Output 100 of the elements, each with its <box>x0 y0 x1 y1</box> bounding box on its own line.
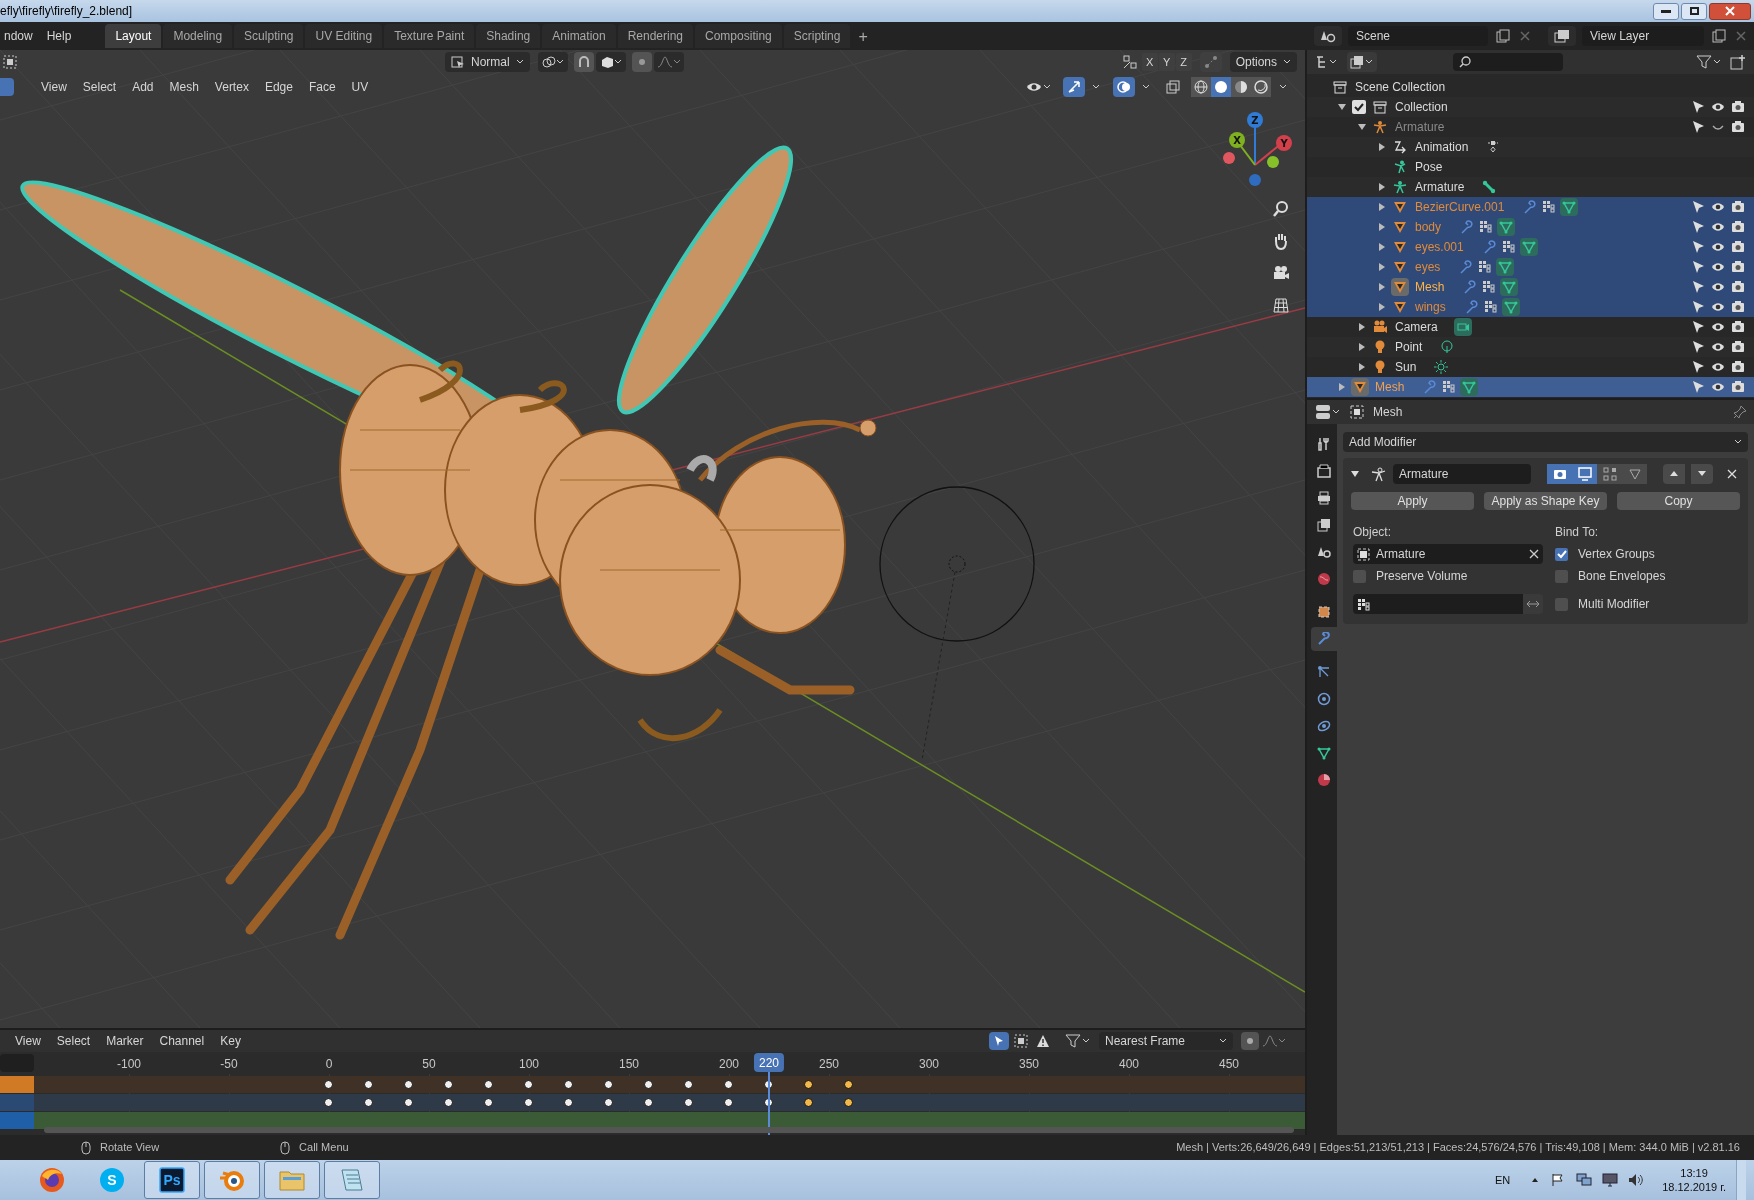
checkbox[interactable] <box>1555 569 1568 583</box>
material-shading-icon[interactable] <box>1231 77 1251 97</box>
clock[interactable]: 13:19 18.12.2019 г. <box>1662 1166 1726 1194</box>
camera-icon[interactable] <box>1730 359 1746 375</box>
workspace-tab[interactable]: Sculpting <box>234 24 304 48</box>
new-collection-icon[interactable] <box>1728 52 1748 72</box>
select-box-icon[interactable] <box>2 54 18 70</box>
viewport[interactable]: X Y Z Normal X Y Z Options View Select Add Mesh Vertex Edge Face UV <box>0 50 1305 1028</box>
action-button[interactable]: Copy <box>1617 492 1740 510</box>
menu-item[interactable]: Add <box>125 76 161 98</box>
close-button[interactable] <box>1709 2 1751 20</box>
camera-icon[interactable] <box>1730 219 1746 235</box>
select-arrow-icon[interactable] <box>1690 359 1706 375</box>
collection-icon[interactable] <box>1371 98 1389 116</box>
stick-figure-icon[interactable] <box>1371 118 1389 136</box>
camera-icon[interactable] <box>1730 299 1746 315</box>
menu-item[interactable]: UV <box>344 76 376 98</box>
workspace-tab[interactable]: Modeling <box>163 24 233 48</box>
select-arrow-icon[interactable] <box>1690 119 1706 135</box>
menu-item[interactable]: Vertex <box>207 76 256 98</box>
falloff-icon[interactable] <box>653 52 684 72</box>
camera-icon[interactable] <box>1730 319 1746 335</box>
menu-item[interactable]: Mesh <box>162 76 206 98</box>
workspace-tab[interactable]: Scripting <box>783 24 851 48</box>
axis-toggle[interactable]: X <box>1141 53 1158 71</box>
xray-toggle-icon[interactable] <box>1163 77 1183 97</box>
camera-icon[interactable] <box>1730 199 1746 215</box>
new-view-layer-icon[interactable] <box>1710 27 1728 45</box>
box-select-icon[interactable] <box>1011 1032 1031 1050</box>
search-field[interactable] <box>1453 53 1563 71</box>
axis-toggle[interactable]: Y <box>1158 53 1175 71</box>
camera-icon[interactable] <box>1730 379 1746 395</box>
select-arrow-icon[interactable] <box>1690 219 1706 235</box>
menu-item[interactable]: View <box>34 76 74 98</box>
new-scene-icon[interactable] <box>1494 27 1512 45</box>
mesh-data-icon[interactable] <box>1501 298 1520 316</box>
mesh-data-icon[interactable] <box>1519 238 1538 256</box>
monitor-icon[interactable] <box>1602 1172 1619 1188</box>
workspace-tab[interactable]: Rendering <box>617 24 694 48</box>
gizmo-toggle-icon[interactable] <box>1063 77 1085 97</box>
mesh-object-icon[interactable] <box>1349 404 1365 420</box>
camera-icon[interactable] <box>1730 339 1746 355</box>
delete-scene-icon[interactable] <box>1518 29 1532 43</box>
mesh-data-icon[interactable] <box>1560 198 1579 216</box>
clear-icon[interactable] <box>1529 549 1539 559</box>
action-button[interactable]: Apply as Shape Key <box>1484 492 1607 510</box>
editmode-toggle-icon[interactable] <box>1597 464 1622 484</box>
cage-toggle-icon[interactable] <box>1622 464 1647 484</box>
menu-item[interactable]: Help <box>42 25 76 47</box>
mode-dropdown[interactable]: Normal <box>445 52 530 72</box>
mesh-data-icon[interactable] <box>1460 378 1479 396</box>
navigation-gizmo[interactable]: X Y Z <box>1223 112 1292 186</box>
taskbar-app-button[interactable] <box>324 1161 380 1199</box>
options-dropdown[interactable]: Options <box>1229 52 1297 72</box>
checkbox[interactable] <box>1555 597 1568 611</box>
view-layer-field[interactable]: View Layer <box>1582 26 1704 46</box>
taskbar-app-button[interactable]: Ps <box>144 1161 200 1199</box>
render-toggle-icon[interactable] <box>1547 464 1572 484</box>
menu-item[interactable]: View <box>8 1031 48 1051</box>
camera-data-icon[interactable] <box>1453 318 1472 336</box>
outliner-row[interactable]: Mesh <box>1307 277 1754 297</box>
action-button[interactable]: Apply <box>1351 492 1474 510</box>
view-layer-icon[interactable] <box>1548 26 1576 46</box>
rendered-shading-icon[interactable] <box>1251 77 1271 97</box>
menu-item[interactable]: ndow <box>0 25 37 47</box>
pin-icon[interactable] <box>1732 404 1748 420</box>
menu-item[interactable]: Face <box>301 76 343 98</box>
mesh-data-icon[interactable] <box>1497 218 1516 236</box>
select-arrow-icon[interactable] <box>1690 239 1706 255</box>
checkbox[interactable] <box>1353 569 1366 583</box>
insect-model-drawing[interactable] <box>20 145 877 940</box>
camera-icon[interactable] <box>1730 239 1746 255</box>
speaker-icon[interactable] <box>1628 1172 1645 1188</box>
minimize-button[interactable] <box>1653 2 1679 20</box>
workspace-tab[interactable]: Compositing <box>695 24 782 48</box>
workspace-tab[interactable]: Animation <box>542 24 616 48</box>
camera-icon[interactable] <box>1730 279 1746 295</box>
language-indicator[interactable]: EN <box>1494 1171 1511 1189</box>
move-up-icon[interactable] <box>1663 464 1685 484</box>
vertex-group-field[interactable] <box>1353 594 1523 614</box>
viewport-toggle-icon[interactable] <box>1572 464 1597 484</box>
camera-icon[interactable] <box>1730 259 1746 275</box>
menu-item[interactable]: Key <box>213 1031 248 1051</box>
wireframe-shading-icon[interactable] <box>1191 77 1211 97</box>
restore-button[interactable] <box>1681 2 1707 20</box>
snap-target-icon[interactable] <box>595 52 626 72</box>
mesh-data-icon[interactable] <box>1500 278 1519 296</box>
add-modifier-dropdown[interactable]: Add Modifier <box>1343 432 1748 452</box>
solid-shading-icon[interactable] <box>1211 77 1231 97</box>
select-arrow-icon[interactable] <box>1690 99 1706 115</box>
filter-icon[interactable] <box>1694 52 1722 72</box>
current-frame-indicator[interactable]: 220 <box>754 1053 784 1072</box>
scrollbar[interactable] <box>44 1127 1294 1133</box>
axis-toggle[interactable]: Z <box>1175 53 1192 71</box>
scene-field[interactable]: Scene <box>1348 26 1488 46</box>
proportional-edit-icon[interactable] <box>631 52 652 72</box>
view-layer-icon[interactable] <box>1347 52 1377 72</box>
proportional-edit-icon[interactable] <box>1241 1032 1259 1050</box>
sun-icon[interactable] <box>1432 358 1451 376</box>
workspace-tab[interactable]: Layout <box>105 24 162 48</box>
